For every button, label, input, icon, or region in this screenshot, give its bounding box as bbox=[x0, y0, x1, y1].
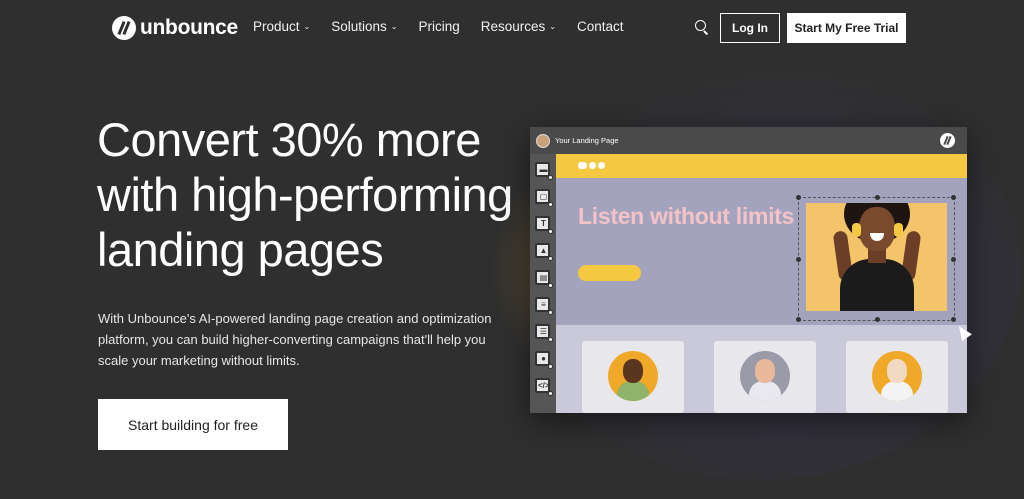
video-icon[interactable]: ● bbox=[535, 351, 553, 369]
testimonial-card bbox=[582, 341, 684, 413]
resize-handle[interactable] bbox=[951, 195, 956, 200]
resize-handle[interactable] bbox=[951, 257, 956, 262]
menu-item-label: Product bbox=[253, 19, 300, 34]
canvas-logo bbox=[578, 162, 605, 169]
box-icon[interactable]: ▢ bbox=[535, 189, 553, 207]
menu-item-resources[interactable]: Resources ⌄ bbox=[481, 19, 556, 34]
resize-handle[interactable] bbox=[951, 317, 956, 322]
hero-title: Convert 30% more with high-performing la… bbox=[97, 113, 513, 276]
resize-handle[interactable] bbox=[875, 317, 880, 322]
resize-handle[interactable] bbox=[796, 257, 801, 262]
editor-title: Your Landing Page bbox=[555, 136, 619, 145]
code-icon[interactable]: </> bbox=[535, 378, 553, 396]
chevron-down-icon: ⌄ bbox=[549, 21, 556, 31]
avatar bbox=[872, 351, 922, 401]
selection-box[interactable] bbox=[796, 195, 956, 322]
menu-item-product[interactable]: Product ⌄ bbox=[253, 19, 310, 34]
avatar bbox=[740, 351, 790, 401]
menu-item-label: Contact bbox=[576, 19, 624, 34]
free-trial-button[interactable]: Start My Free Trial bbox=[787, 13, 906, 43]
testimonial-section bbox=[556, 325, 967, 413]
login-button[interactable]: Log In bbox=[720, 13, 780, 43]
canvas-button bbox=[578, 265, 641, 281]
form-icon[interactable]: ≡ bbox=[535, 297, 553, 315]
main-menu: Product ⌄ Solutions ⌄ Pricing Resources … bbox=[253, 19, 624, 34]
testimonial-card bbox=[846, 341, 948, 413]
avatar bbox=[608, 351, 658, 401]
start-building-button[interactable]: Start building for free bbox=[98, 399, 288, 450]
search-icon[interactable] bbox=[695, 20, 709, 34]
image-text-icon[interactable]: ▤ bbox=[535, 270, 553, 288]
canvas-heading: Listen without limits bbox=[578, 203, 795, 229]
image-icon[interactable]: ▲ bbox=[535, 243, 553, 261]
avatar bbox=[536, 134, 550, 148]
menu-item-label: Solutions bbox=[331, 19, 387, 34]
unbounce-logo-icon bbox=[112, 16, 136, 40]
chevron-down-icon: ⌄ bbox=[390, 21, 398, 31]
brand-logo[interactable]: unbounce bbox=[112, 16, 238, 40]
resize-handle[interactable] bbox=[796, 317, 801, 322]
menu-item-solutions[interactable]: Solutions ⌄ bbox=[331, 19, 397, 34]
resize-handle[interactable] bbox=[796, 195, 801, 200]
editor-toolbar: ▬ ▢ T ▲ ▤ ≡ ☰ ● </> bbox=[530, 154, 556, 413]
editor-titlebar: Your Landing Page bbox=[530, 127, 967, 154]
canvas-header-bar bbox=[556, 154, 967, 178]
unbounce-logo-icon bbox=[940, 133, 955, 148]
chevron-down-icon: ⌄ bbox=[303, 21, 311, 31]
resize-handle[interactable] bbox=[875, 195, 880, 200]
menu-item-pricing[interactable]: Pricing bbox=[418, 19, 459, 34]
brand-name: unbounce bbox=[140, 16, 238, 39]
list-icon[interactable]: ☰ bbox=[535, 324, 553, 342]
text-icon[interactable]: T bbox=[535, 216, 553, 234]
testimonial-card bbox=[714, 341, 816, 413]
section-icon[interactable]: ▬ bbox=[535, 162, 553, 180]
menu-item-contact[interactable]: Contact bbox=[577, 19, 624, 34]
editor-canvas[interactable]: Listen without limits bbox=[556, 154, 967, 413]
landing-page-editor-preview: Your Landing Page ▬ ▢ T ▲ ▤ ≡ ☰ ● </> Li… bbox=[530, 127, 967, 413]
hero-description: With Unbounce's AI-powered landing page … bbox=[98, 311, 492, 368]
top-nav: unbounce Product ⌄ Solutions ⌄ Pricing R… bbox=[0, 0, 1024, 56]
menu-item-label: Pricing bbox=[418, 19, 460, 34]
menu-item-label: Resources bbox=[480, 19, 546, 34]
